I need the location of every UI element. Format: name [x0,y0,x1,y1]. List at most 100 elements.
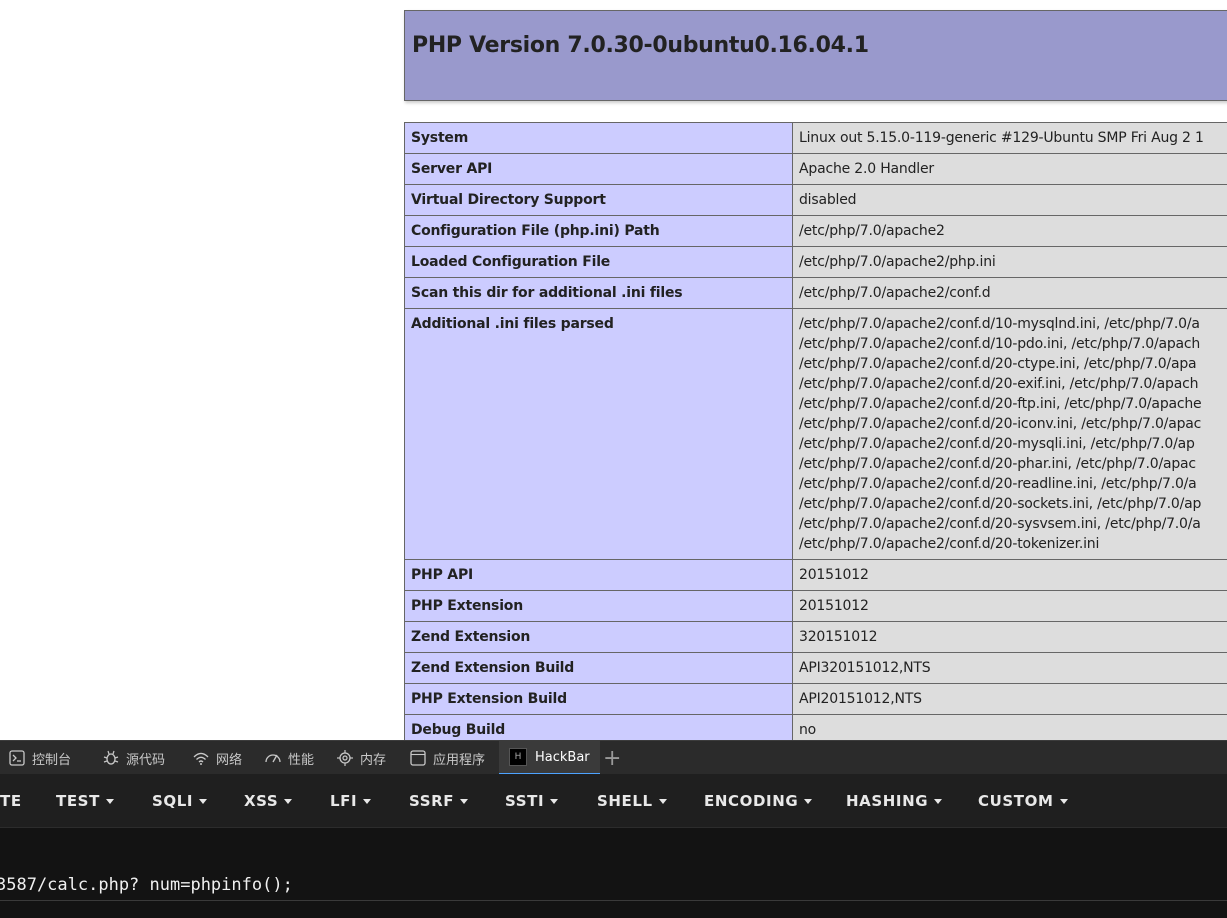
menu-lfi[interactable]: LFI [330,774,372,828]
tab-hackbar[interactable]: H HackBar [499,741,600,775]
chevron-down-icon [460,798,469,804]
table-row: Virtual Directory Support disabled [404,184,1227,216]
tab-sources[interactable]: 源代码 [102,741,165,775]
value-line: Linux out 5.15.0-119-generic #129-Ubuntu… [799,130,1204,146]
row-value: API20151012,NTS [792,683,1227,715]
value-line: /etc/php/7.0/apache2/conf.d [799,285,991,301]
bug-icon [102,749,120,767]
menu-test-label: TEST [56,792,100,810]
menu-shell[interactable]: SHELL [597,774,667,828]
menu-ssti[interactable]: SSTI [505,774,559,828]
tab-console-label: 控制台 [32,752,72,768]
plus-icon: + [603,745,622,771]
row-value: 20151012 [792,590,1227,622]
value-line: /etc/php/7.0/apache2/conf.d/10-pdo.ini, … [799,336,1201,352]
chevron-down-icon [284,798,293,804]
tab-network[interactable]: 网络 [192,741,242,775]
row-key: Loaded Configuration File [404,246,793,278]
table-row: Debug Build no [404,714,1227,740]
php-version-header: PHP Version 7.0.30-0ubuntu0.16.04.1 [404,10,1227,101]
row-value: no [792,714,1227,740]
menu-ssrf[interactable]: SSRF [409,774,469,828]
row-value: API320151012,NTS [792,652,1227,684]
row-key: PHP Extension [404,590,793,622]
menu-custom[interactable]: CUSTOM [978,774,1068,828]
row-key: Server API [404,153,793,185]
url-input-underline [0,900,1227,901]
chevron-down-icon [363,798,372,804]
chevron-down-icon [934,798,943,804]
menu-sqli[interactable]: SQLI [152,774,208,828]
gauge-icon [264,749,282,767]
menu-encoding[interactable]: ENCODING [704,774,813,828]
console-icon [8,749,26,767]
menu-hashing[interactable]: HASHING [846,774,943,828]
menu-xss[interactable]: XSS [244,774,293,828]
value-line: /etc/php/7.0/apache2 [799,223,945,239]
menu-shell-label: SHELL [597,792,653,810]
tab-application[interactable]: 应用程序 [409,741,485,775]
value-line: API320151012,NTS [799,660,931,676]
value-line: /etc/php/7.0/apache2/conf.d/20-sockets.i… [799,496,1202,512]
row-key: Zend Extension Build [404,652,793,684]
row-value: 20151012 [792,559,1227,591]
menu-te[interactable]: TE [0,774,22,828]
menu-ssti-label: SSTI [505,792,545,810]
value-line: 20151012 [799,567,869,583]
row-value: disabled [792,184,1227,216]
chevron-down-icon [804,798,813,804]
value-line: 20151012 [799,598,869,614]
row-value: /etc/php/7.0/apache2/php.ini [792,246,1227,278]
value-line: API20151012,NTS [799,691,922,707]
row-key: Debug Build [404,714,793,740]
menu-test[interactable]: TEST [56,774,114,828]
tab-sources-label: 源代码 [126,752,166,768]
row-key: Configuration File (php.ini) Path [404,215,793,247]
row-key: Zend Extension [404,621,793,653]
menu-lfi-label: LFI [330,792,358,810]
tab-console[interactable]: 控制台 [8,741,71,775]
hackbar-menubar: TE TEST SQLI XSS LFI SSRF SSTI SHELL ENC… [0,774,1227,828]
wifi-icon [192,749,210,767]
chevron-down-icon [105,798,114,804]
row-value: /etc/php/7.0/apache2/conf.d [792,277,1227,309]
tab-memory-label: 内存 [360,752,387,768]
value-line: /etc/php/7.0/apache2/conf.d/20-exif.ini,… [799,376,1199,392]
row-value: /etc/php/7.0/apache2/conf.d/10-mysqlnd.i… [792,308,1227,560]
value-line: /etc/php/7.0/apache2/conf.d/10-mysqlnd.i… [799,316,1200,332]
value-line: /etc/php/7.0/apache2/conf.d/20-sysvsem.i… [799,516,1201,532]
value-line: Apache 2.0 Handler [799,161,934,177]
row-value: /etc/php/7.0/apache2 [792,215,1227,247]
add-tab-button[interactable]: + [603,741,621,775]
page-viewport: PHP Version 7.0.30-0ubuntu0.16.04.1 Syst… [0,0,1227,740]
row-value: Linux out 5.15.0-119-generic #129-Ubuntu… [792,122,1227,154]
page-title: PHP Version 7.0.30-0ubuntu0.16.04.1 [412,33,869,58]
value-line: /etc/php/7.0/apache2/conf.d/20-tokenizer… [799,536,1100,552]
menu-hashing-label: HASHING [846,792,929,810]
table-row: PHP Extension Build API20151012,NTS [404,683,1227,715]
chip-icon [336,749,354,767]
menu-encoding-label: ENCODING [704,792,799,810]
chevron-down-icon [199,798,208,804]
table-row: PHP Extension 20151012 [404,590,1227,622]
table-row: Configuration File (php.ini) Path/etc/ph… [404,215,1227,247]
row-value: Apache 2.0 Handler [792,153,1227,185]
value-line: /etc/php/7.0/apache2/conf.d/20-mysqli.in… [799,436,1195,452]
devtools-tabbar: 控制台 源代码 网络 性能 内存 应用程序 H HackBar + [0,740,1227,775]
table-row: Zend Extension Build API320151012,NTS [404,652,1227,684]
table-row: System Linux out 5.15.0-119-generic #129-… [404,122,1227,154]
tab-performance[interactable]: 性能 [264,741,314,775]
menu-te-label: TE [0,792,22,810]
value-line: no [799,722,817,738]
value-line: 320151012 [799,629,878,645]
row-key: PHP API [404,559,793,591]
value-line: /etc/php/7.0/apache2/conf.d/20-ctype.ini… [799,356,1197,372]
app-icon [409,749,427,767]
hackbar-url-area [0,828,1227,918]
url-input[interactable] [0,872,1223,898]
table-row: PHP API 20151012 [404,559,1227,591]
php-info-table: System Linux out 5.15.0-119-generic #129-… [404,122,1227,740]
row-key: PHP Extension Build [404,683,793,715]
hackbar-logo-icon: H [509,748,527,766]
tab-memory[interactable]: 内存 [336,741,386,775]
